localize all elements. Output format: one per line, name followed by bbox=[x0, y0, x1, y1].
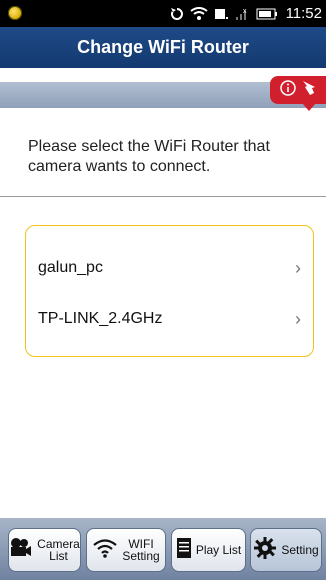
divider bbox=[0, 196, 326, 197]
tab-label: Setting bbox=[281, 543, 319, 557]
tab-label: Camera List bbox=[37, 537, 80, 563]
router-item-galun-pc[interactable]: galun_pc › bbox=[26, 246, 313, 290]
bottom-tab-bar: Camera List WIFI Setting Play List Setting bbox=[0, 518, 326, 580]
router-name: galun_pc bbox=[38, 259, 103, 276]
wifi-icon bbox=[92, 537, 118, 564]
router-list: galun_pc › TP-LINK_2.4GHz › bbox=[25, 225, 314, 357]
battery-icon bbox=[256, 8, 278, 20]
tab-label: WIFI Setting bbox=[122, 537, 160, 563]
app-notification-icon bbox=[8, 6, 22, 20]
router-item-tp-link[interactable]: TP-LINK_2.4GHz › bbox=[26, 297, 313, 341]
tab-play-list[interactable]: Play List bbox=[171, 528, 246, 572]
hand-pointer-icon bbox=[299, 79, 317, 102]
router-name: TP-LINK_2.4GHz bbox=[38, 310, 163, 327]
chevron-right-icon: › bbox=[295, 257, 301, 278]
tab-setting[interactable]: Setting bbox=[250, 528, 322, 572]
tab-label: Play List bbox=[195, 543, 242, 557]
status-bar: x 11:52 bbox=[0, 0, 326, 27]
status-icons: x 11:52 bbox=[170, 0, 322, 27]
no-signal-icon: x bbox=[234, 7, 250, 21]
instruction-text: Please select the WiFi Router that camer… bbox=[28, 138, 270, 175]
info-icon bbox=[279, 79, 296, 101]
status-time: 11:52 bbox=[285, 5, 322, 22]
chevron-right-icon: › bbox=[295, 308, 301, 329]
page-title: Change WiFi Router bbox=[0, 27, 326, 68]
wifi-signal-icon bbox=[189, 6, 208, 21]
help-button[interactable] bbox=[270, 76, 326, 111]
sync-icon bbox=[170, 7, 184, 21]
tab-camera-list[interactable]: Camera List bbox=[8, 528, 81, 572]
svg-text:x: x bbox=[243, 8, 247, 15]
tab-wifi-setting[interactable]: WIFI Setting bbox=[86, 528, 166, 572]
gear-icon bbox=[253, 536, 277, 565]
camera-icon bbox=[9, 537, 33, 564]
document-icon bbox=[176, 537, 192, 564]
screenshot-icon bbox=[214, 7, 228, 21]
